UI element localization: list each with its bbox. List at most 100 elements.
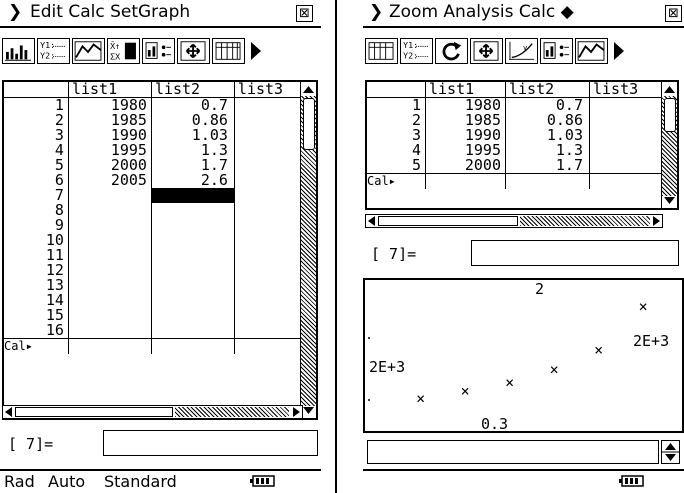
spin-button[interactable] — [661, 440, 680, 464]
list-cell[interactable] — [151, 188, 235, 203]
scroll-left-icon[interactable] — [367, 216, 376, 226]
stat-calc-icon[interactable]: X̄↑ ΣX — [107, 38, 140, 64]
angle-mode[interactable]: Rad — [4, 472, 35, 491]
svg-text:Y2:: Y2: — [403, 50, 418, 60]
table-row: 8 — [4, 203, 316, 218]
zoom-box-icon[interactable] — [470, 38, 503, 64]
vertical-scrollbar[interactable] — [300, 82, 316, 418]
list-cell[interactable] — [68, 323, 152, 339]
list-cell[interactable] — [151, 248, 235, 263]
graph-window-icon[interactable] — [72, 38, 105, 64]
left-calculator-screen: ❯ Edit Calc SetGraph ⊠ Y1: Y2: X̄↑ ΣX list… — [0, 0, 321, 493]
set-graph-icon[interactable] — [540, 38, 573, 64]
y-editor-icon[interactable]: Y1: Y2: — [37, 38, 70, 64]
scroll-left-icon[interactable] — [4, 407, 13, 417]
table-row: 2 1985 0.86 — [4, 113, 316, 128]
list-cell[interactable] — [68, 218, 152, 233]
horizontal-scrollbar[interactable] — [2, 405, 303, 419]
scroll-down-icon[interactable] — [664, 196, 675, 205]
graph-entry-field[interactable] — [367, 440, 659, 464]
graph-type-icon[interactable] — [2, 38, 35, 64]
list-cell[interactable] — [151, 308, 235, 323]
list-cell[interactable] — [68, 248, 152, 263]
list-cell[interactable]: 2.6 — [151, 173, 235, 188]
display-mode[interactable]: Standard — [104, 472, 177, 491]
scroll-thumb[interactable] — [303, 98, 315, 150]
menu-down-icon[interactable]: ❯ — [8, 2, 22, 22]
list-cell[interactable]: 2000 — [425, 158, 506, 174]
scatter-point: × — [505, 374, 514, 392]
list-view-icon[interactable] — [212, 38, 245, 64]
status-bar: Rad Auto Standard — [0, 469, 321, 493]
cell-input[interactable] — [471, 240, 679, 266]
graph-window-icon[interactable] — [575, 38, 608, 64]
list-view-icon[interactable] — [365, 38, 398, 64]
scatter-point: × — [594, 341, 603, 359]
scroll-up-icon[interactable] — [303, 85, 314, 94]
cal-cell[interactable] — [68, 338, 152, 354]
graph-window[interactable]: 2 2E+3 2E+3 0.3 × × × × × × — [363, 278, 684, 433]
toolbar-next-icon[interactable] — [612, 40, 626, 62]
close-icon[interactable]: ⊠ — [296, 5, 313, 22]
scroll-right-icon[interactable] — [652, 216, 661, 226]
cal-button[interactable]: Cal▸ — [4, 338, 69, 354]
list-cell[interactable] — [151, 278, 235, 293]
svg-text:Y1:: Y1: — [403, 40, 418, 50]
cal-cell[interactable] — [425, 173, 506, 189]
horizontal-scrollbar[interactable] — [365, 214, 663, 228]
hscroll-thumb[interactable] — [15, 407, 173, 417]
regression-icon[interactable]: y — [505, 38, 538, 64]
set-graph-icon[interactable] — [142, 38, 175, 64]
list-cell[interactable] — [68, 233, 152, 248]
list-cell[interactable] — [68, 263, 152, 278]
battery-icon — [250, 475, 275, 487]
cal-row: Cal▸ — [367, 173, 674, 189]
hscroll-thumb[interactable] — [378, 216, 518, 226]
redraw-icon[interactable] — [435, 38, 468, 64]
vertical-scrollbar[interactable] — [661, 82, 677, 208]
cal-button[interactable]: Cal▸ — [367, 173, 426, 189]
list-cell[interactable] — [68, 308, 152, 323]
scatter-point: × — [416, 390, 425, 408]
menu-down-icon[interactable]: ❯ — [369, 2, 383, 22]
list-cell[interactable] — [151, 233, 235, 248]
scroll-up-icon[interactable] — [664, 85, 675, 94]
list-cell[interactable] — [151, 323, 235, 339]
list-cell[interactable] — [68, 203, 152, 218]
spin-arrows-icon[interactable] — [662, 441, 679, 463]
close-icon[interactable]: ⊠ — [665, 5, 682, 22]
list-cell[interactable]: 2005 — [68, 173, 152, 188]
calc-mode[interactable]: Auto — [48, 472, 85, 491]
table-row: 5 2000 1.7 — [4, 158, 316, 173]
scroll-thumb[interactable] — [664, 98, 676, 132]
toolbar-next-icon[interactable] — [249, 40, 263, 62]
battery-icon — [619, 475, 644, 487]
cell-input[interactable] — [103, 430, 318, 456]
svg-text:X̄↑: X̄↑ — [110, 41, 120, 52]
graph-label-top: 2 — [535, 280, 544, 298]
menu-title[interactable]: Zoom Analysis Calc ◆ — [389, 2, 574, 22]
cal-cell[interactable] — [151, 338, 235, 354]
cell-address-label: [ 7]= — [8, 435, 54, 453]
list-cell[interactable] — [68, 188, 152, 203]
row-index: 16 — [4, 323, 69, 339]
list-cell[interactable] — [151, 203, 235, 218]
scatter-plot[interactable]: 2 2E+3 2E+3 0.3 × × × × × × — [365, 280, 682, 431]
list-cell[interactable] — [151, 263, 235, 278]
scroll-down-icon[interactable] — [303, 406, 314, 415]
list-cell[interactable] — [68, 293, 152, 308]
scroll-right-icon[interactable] — [292, 407, 301, 417]
cal-cell[interactable] — [505, 173, 590, 189]
list-table: list1 list2 list3 1 1980 0.7 2 1985 0.86 3 1990 1.0… — [4, 82, 316, 354]
list-cell[interactable] — [151, 218, 235, 233]
list-cell[interactable] — [68, 278, 152, 293]
menu-title[interactable]: Edit Calc SetGraph — [30, 2, 190, 22]
toolbar: Y1: Y2: X̄↑ ΣX — [0, 38, 321, 66]
table-row: 3 1990 1.03 — [4, 128, 316, 143]
table-row: 5 2000 1.7 — [367, 158, 674, 174]
right-calculator-screen: ❯ Zoom Analysis Calc ◆ ⊠ Y1: Y2: y list1 l… — [363, 0, 684, 493]
list-cell[interactable]: 1.7 — [505, 158, 590, 174]
zoom-box-icon[interactable] — [177, 38, 210, 64]
list-cell[interactable] — [151, 293, 235, 308]
y-editor-icon[interactable]: Y1: Y2: — [400, 38, 433, 64]
